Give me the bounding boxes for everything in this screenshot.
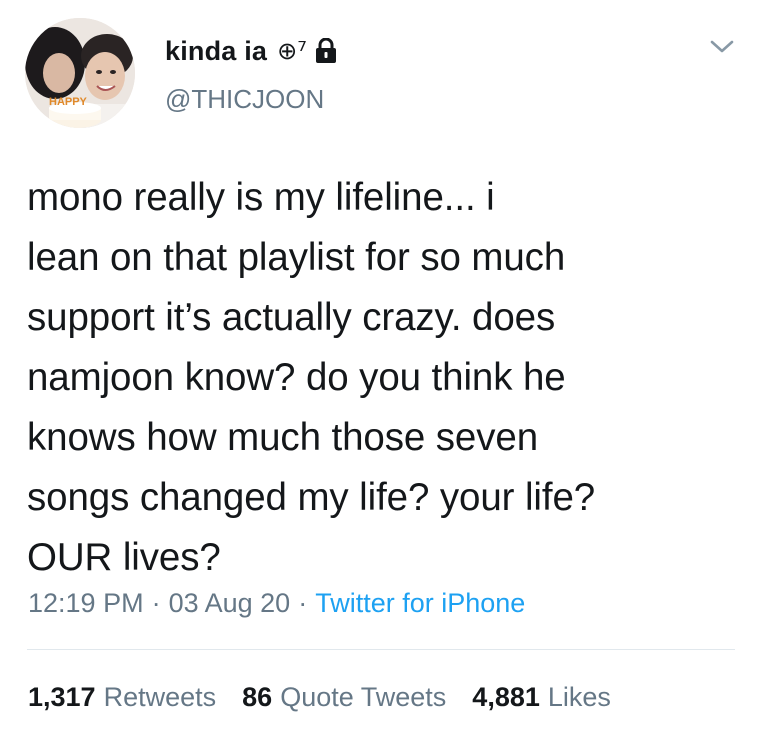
retweets-label: Retweets xyxy=(103,682,217,712)
retweets-stat[interactable]: 1,317 Retweets xyxy=(28,682,216,713)
quote-tweets-label: Quote Tweets xyxy=(280,682,447,712)
lock-icon xyxy=(315,37,337,64)
quote-tweets-stat[interactable]: 86 Quote Tweets xyxy=(242,682,446,713)
display-name[interactable]: kinda ia xyxy=(165,36,267,67)
tweet-date[interactable]: 03 Aug 20 xyxy=(169,588,291,618)
name-glyph: ⊕⁷ xyxy=(277,37,307,65)
likes-label: Likes xyxy=(547,682,611,712)
tweet-time[interactable]: 12:19 PM xyxy=(28,588,144,618)
chevron-down-icon[interactable] xyxy=(709,38,735,56)
user-handle[interactable]: @THICJOON xyxy=(165,84,324,115)
avatar-photo: HAPPY xyxy=(25,18,135,128)
divider xyxy=(27,649,735,650)
avatar[interactable]: HAPPY xyxy=(25,18,135,128)
tweet-card: HAPPY kinda ia ⊕⁷ @THICJOON mono really … xyxy=(0,0,760,741)
likes-count: 4,881 xyxy=(472,682,540,712)
name-row: kinda ia ⊕⁷ xyxy=(165,34,337,68)
likes-stat[interactable]: 4,881 Likes xyxy=(472,682,611,713)
meta-separator: · xyxy=(298,588,308,618)
tweet-source-link[interactable]: Twitter for iPhone xyxy=(315,588,525,618)
tweet-meta: 12:19 PM · 03 Aug 20 · Twitter for iPhone xyxy=(28,588,525,619)
avatar-caption: HAPPY xyxy=(49,96,88,108)
retweets-count: 1,317 xyxy=(28,682,96,712)
tweet-stats: 1,317 Retweets 86 Quote Tweets 4,881 Likes xyxy=(28,682,637,713)
quote-tweets-count: 86 xyxy=(242,682,273,712)
meta-separator: · xyxy=(151,588,161,618)
tweet-text: mono really is my lifeline... i lean on … xyxy=(27,176,596,579)
